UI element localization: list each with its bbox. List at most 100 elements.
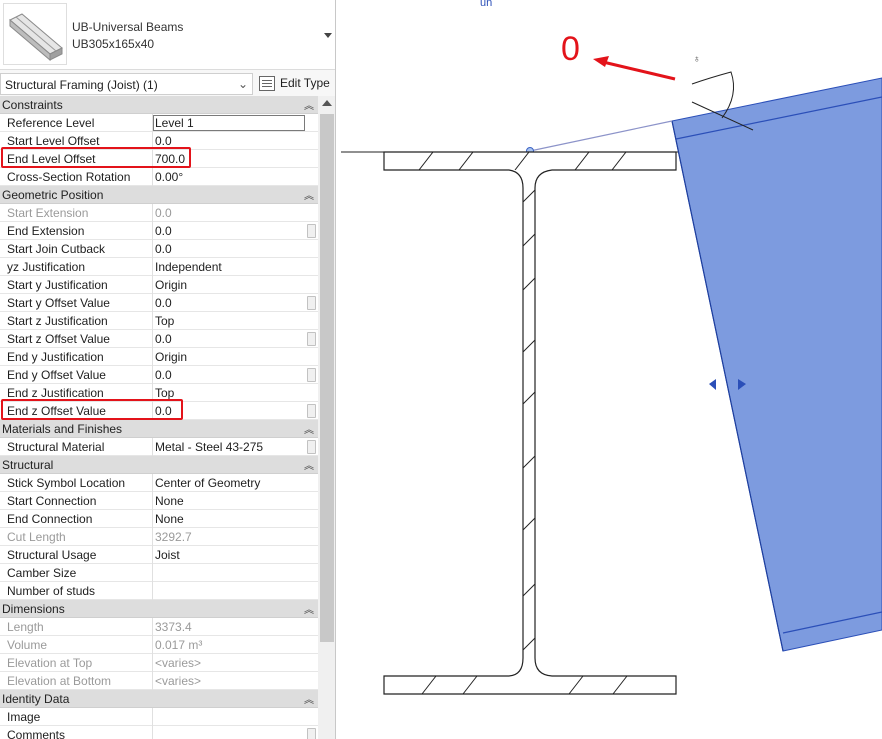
- column-divider: [152, 510, 153, 528]
- property-row-end-connection[interactable]: End Connection None: [0, 510, 318, 528]
- type-family-label: UB-Universal Beams: [72, 20, 184, 34]
- property-row-image[interactable]: Image: [0, 708, 318, 726]
- property-row-length: Length 3373.4: [0, 618, 318, 636]
- property-value[interactable]: Independent: [155, 260, 305, 274]
- category-materials-finishes[interactable]: Materials and Finishes ︽: [0, 420, 318, 438]
- property-row-end-extension[interactable]: End Extension 0.0: [0, 222, 318, 240]
- property-name: Camber Size: [7, 566, 77, 580]
- property-row-number-of-studs[interactable]: Number of studs: [0, 582, 318, 600]
- property-row-start-connection[interactable]: Start Connection None: [0, 492, 318, 510]
- category-label: Materials and Finishes: [2, 422, 123, 436]
- property-name: Elevation at Top: [7, 656, 93, 670]
- edit-type-button[interactable]: Edit Type: [256, 73, 334, 95]
- category-geometric-position[interactable]: Geometric Position ︽: [0, 186, 318, 204]
- column-divider: [152, 366, 153, 384]
- property-value[interactable]: Origin: [155, 350, 305, 364]
- property-row-structural-material[interactable]: Structural Material Metal - Steel 43-275: [0, 438, 318, 456]
- property-row-start-z-offset-value[interactable]: Start z Offset Value 0.0: [0, 330, 318, 348]
- column-divider: [152, 240, 153, 258]
- property-value[interactable]: 0.00°: [155, 170, 305, 184]
- associate-parameter-button[interactable]: [307, 224, 316, 238]
- column-divider: [152, 618, 153, 636]
- property-value[interactable]: None: [155, 494, 305, 508]
- edit-type-icon: [259, 76, 275, 91]
- property-value[interactable]: 0.0: [155, 242, 305, 256]
- properties-scrollbar[interactable]: [318, 96, 335, 739]
- column-divider: [152, 654, 153, 672]
- property-name: Cut Length: [7, 530, 66, 544]
- column-divider: [152, 672, 153, 690]
- category-label: Constraints: [2, 98, 63, 112]
- property-row-cross-section-rotation[interactable]: Cross-Section Rotation 0.00°: [0, 168, 318, 186]
- associate-parameter-button[interactable]: [307, 332, 316, 346]
- type-selector[interactable]: UB-Universal Beams UB305x165x40: [0, 0, 335, 70]
- column-divider: [152, 168, 153, 186]
- property-name: Number of studs: [7, 584, 96, 598]
- property-row-elevation-at-bottom: Elevation at Bottom <varies>: [0, 672, 318, 690]
- property-name: End y Justification: [7, 350, 104, 364]
- property-row-end-y-justification[interactable]: End y Justification Origin: [0, 348, 318, 366]
- category-identity-data[interactable]: Identity Data ︽: [0, 690, 318, 708]
- property-row-start-y-justification[interactable]: Start y Justification Origin: [0, 276, 318, 294]
- property-value[interactable]: 0.0: [155, 332, 305, 346]
- associate-parameter-button[interactable]: [307, 296, 316, 310]
- property-row-start-y-offset-value[interactable]: Start y Offset Value 0.0: [0, 294, 318, 312]
- collapse-chevrons-icon[interactable]: ︽: [304, 691, 314, 706]
- property-name: Comments: [7, 728, 66, 739]
- column-divider: [152, 258, 153, 276]
- property-name: Volume: [7, 638, 48, 652]
- property-value[interactable]: Origin: [155, 278, 305, 292]
- column-divider: [152, 330, 153, 348]
- property-name: Start y Offset Value: [7, 296, 110, 310]
- category-label: Structural: [2, 458, 54, 472]
- property-value[interactable]: Center of Geometry: [155, 476, 305, 490]
- property-value[interactable]: Joist: [155, 548, 305, 562]
- property-row-volume: Volume 0.017 m³: [0, 636, 318, 654]
- property-name: Structural Usage: [7, 548, 97, 562]
- property-row-reference-level[interactable]: Reference Level Level 1: [0, 114, 318, 132]
- collapse-chevrons-icon[interactable]: ︽: [304, 457, 314, 472]
- associate-parameter-button[interactable]: [307, 728, 316, 739]
- property-name: Cross-Section Rotation: [7, 170, 131, 184]
- element-filter-dropdown[interactable]: Structural Framing (Joist) (1) ⌄: [0, 73, 253, 95]
- category-dimensions[interactable]: Dimensions ︽: [0, 600, 318, 618]
- column-divider: [152, 528, 153, 546]
- drawing-canvas[interactable]: ♁ ŭn 0: [337, 0, 882, 739]
- column-divider: [152, 276, 153, 294]
- property-value[interactable]: 0.0: [155, 368, 305, 382]
- collapse-chevrons-icon[interactable]: ︽: [304, 421, 314, 436]
- category-structural[interactable]: Structural ︽: [0, 456, 318, 474]
- property-name: Start Level Offset: [7, 134, 100, 148]
- property-row-yz-justification[interactable]: yz Justification Independent: [0, 258, 318, 276]
- associate-parameter-button[interactable]: [307, 440, 316, 454]
- scrollbar-thumb[interactable]: [320, 114, 334, 642]
- collapse-chevrons-icon[interactable]: ︽: [304, 97, 314, 112]
- property-row-comments[interactable]: Comments: [0, 726, 318, 739]
- property-row-start-extension: Start Extension 0.0: [0, 204, 318, 222]
- property-row-structural-usage[interactable]: Structural Usage Joist: [0, 546, 318, 564]
- property-value[interactable]: 0.0: [155, 134, 305, 148]
- collapse-chevrons-icon[interactable]: ︽: [304, 601, 314, 616]
- property-name: Start Connection: [7, 494, 97, 508]
- collapse-chevrons-icon[interactable]: ︽: [304, 187, 314, 202]
- property-row-end-y-offset-value[interactable]: End y Offset Value 0.0: [0, 366, 318, 384]
- column-divider: [152, 726, 153, 739]
- property-value[interactable]: Top: [155, 386, 305, 400]
- property-row-start-z-justification[interactable]: Start z Justification Top: [0, 312, 318, 330]
- property-value[interactable]: 0.0: [155, 296, 305, 310]
- chevron-down-icon[interactable]: [324, 33, 332, 38]
- scroll-up-icon[interactable]: [322, 100, 332, 106]
- property-row-stick-symbol-location[interactable]: Stick Symbol Location Center of Geometry: [0, 474, 318, 492]
- associate-parameter-button[interactable]: [307, 368, 316, 382]
- property-value[interactable]: 0.0: [155, 224, 305, 238]
- property-row-start-join-cutback[interactable]: Start Join Cutback 0.0: [0, 240, 318, 258]
- property-value[interactable]: None: [155, 512, 305, 526]
- associate-parameter-button[interactable]: [307, 404, 316, 418]
- property-row-camber-size[interactable]: Camber Size: [0, 564, 318, 582]
- direction-marker-left: [709, 379, 716, 390]
- column-divider: [152, 222, 153, 240]
- category-constraints[interactable]: Constraints ︽: [0, 96, 318, 114]
- sloped-joist: [671, 77, 882, 652]
- property-value[interactable]: Top: [155, 314, 305, 328]
- property-value[interactable]: Metal - Steel 43-275: [155, 440, 305, 454]
